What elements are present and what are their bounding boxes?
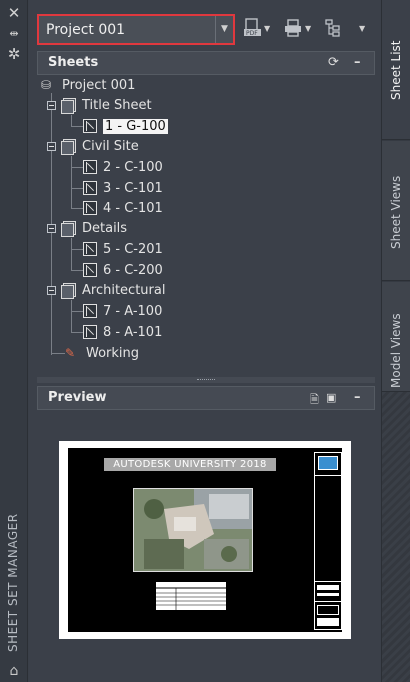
sheet-icon — [83, 119, 97, 133]
preview-panel-title: Preview — [48, 390, 107, 405]
sheet-label: 4 - C-101 — [103, 200, 163, 216]
subset-icon — [61, 98, 76, 114]
sheet-index-table — [156, 582, 226, 610]
tree-sheet-8[interactable]: 8 - A-101 — [83, 322, 162, 342]
tree-subset-civil-site[interactable]: Civil Site — [61, 136, 139, 156]
sheet-icon — [83, 242, 97, 256]
project-dropdown-value: Project 001 — [46, 22, 126, 38]
refresh-icon[interactable]: ⟳ — [328, 55, 339, 70]
sheet-label: 3 - C-101 — [103, 180, 163, 196]
subset-icon — [61, 221, 76, 237]
aerial-photo — [133, 488, 253, 572]
working-label: Working — [86, 345, 140, 361]
preview-panel-header: Preview 🗎 ▣ – — [37, 386, 375, 410]
preview-mode-icon[interactable]: 🗎 — [310, 391, 319, 410]
tree-subset-architectural[interactable]: Architectural — [61, 280, 165, 300]
collapse-panel-icon[interactable]: – — [354, 390, 361, 405]
tree-root-label: Project 001 — [62, 77, 136, 93]
collapse-toggle-icon[interactable] — [47, 101, 56, 110]
sheet-icon — [83, 263, 97, 277]
tab-label: Model Views — [389, 313, 403, 388]
tab-sheet-views[interactable]: Sheet Views — [382, 141, 410, 281]
collapse-toggle-icon[interactable] — [47, 142, 56, 151]
collapse-toggle-icon[interactable] — [47, 224, 56, 233]
sheet-set-icon: ⛁ — [41, 78, 52, 92]
sheets-tree: ⛁ Project 001 Title Sheet 1 - G-100 Civi… — [37, 75, 375, 375]
details-mode-icon[interactable]: ▣ — [326, 391, 336, 404]
sheet-label: 8 - A-101 — [103, 324, 163, 340]
tree-subset-title-sheet[interactable]: Title Sheet — [61, 95, 152, 115]
subset-label: Architectural — [82, 282, 166, 298]
chevron-down-icon[interactable]: ▼ — [215, 16, 233, 43]
working-icon: ✎ — [65, 346, 76, 360]
tree-sheet-4[interactable]: 4 - C-101 — [83, 198, 163, 218]
tree-sheet-2[interactable]: 2 - C-100 — [83, 157, 163, 177]
publish-pdf-icon[interactable]: PDF — [243, 18, 263, 40]
subset-label: Details — [82, 220, 128, 236]
subset-label: Civil Site — [82, 138, 139, 154]
properties-icon[interactable]: ✲ — [6, 46, 22, 62]
subset-label: Title Sheet — [82, 97, 152, 113]
palette-tabs: Sheet List Sheet Views Model Views — [381, 0, 410, 682]
sheet-set-tools-icon[interactable] — [323, 18, 343, 40]
panel-splitter[interactable] — [37, 377, 375, 383]
tree-sheet-7[interactable]: 7 - A-100 — [83, 301, 162, 321]
sheet-label: 5 - C-201 — [103, 241, 163, 257]
tools-caret-icon[interactable]: ▼ — [359, 24, 365, 33]
publish-caret-icon[interactable]: ▼ — [264, 24, 270, 33]
collapse-toggle-icon[interactable] — [47, 286, 56, 295]
project-dropdown[interactable]: Project 001 ▼ — [37, 14, 235, 45]
tab-sheet-list[interactable]: Sheet List — [382, 0, 410, 140]
svg-text:PDF: PDF — [246, 30, 258, 37]
subset-icon — [61, 139, 76, 155]
sheet-icon — [83, 181, 97, 195]
title-block — [314, 452, 342, 630]
sheet-set-manager-title-strip: ✕ ⇹ ✲ SHEET SET MANAGER ⌂ — [0, 0, 28, 682]
plot-icon[interactable] — [283, 18, 303, 40]
tab-model-views[interactable]: Model Views — [382, 282, 410, 392]
sheet-icon — [83, 304, 97, 318]
tree-sheet-5[interactable]: 5 - C-201 — [83, 239, 163, 259]
sheet-drawing: AUTODESK UNIVERSITY 2018 — [66, 446, 344, 634]
title-block-logo — [318, 456, 338, 470]
sheet-label: 1 - G-100 — [103, 118, 168, 134]
preview-area: AUTODESK UNIVERSITY 2018 — [37, 410, 375, 650]
sheet-icon — [83, 201, 97, 215]
sheet-drawing-title: AUTODESK UNIVERSITY 2018 — [104, 458, 276, 471]
tree-sheet-3[interactable]: 3 - C-101 — [83, 178, 163, 198]
tree-sheet-1[interactable]: 1 - G-100 — [83, 116, 168, 136]
sheet-icon — [83, 160, 97, 174]
palette-title: SHEET SET MANAGER — [6, 513, 20, 652]
sheet-icon — [83, 325, 97, 339]
sheet-preview-image: AUTODESK UNIVERSITY 2018 — [59, 441, 351, 639]
sheets-panel-title: Sheets — [48, 55, 99, 70]
sheet-label: 6 - C-200 — [103, 262, 163, 278]
sheet-label: 7 - A-100 — [103, 303, 163, 319]
toolbar: Project 001 ▼ PDF ▼ ▼ ▼ — [29, 0, 381, 48]
plot-caret-icon[interactable]: ▼ — [305, 24, 311, 33]
sheet-label: 2 - C-100 — [103, 159, 163, 175]
collapse-panel-icon[interactable]: – — [354, 55, 361, 70]
tree-sheet-6[interactable]: 6 - C-200 — [83, 260, 163, 280]
subset-icon — [61, 283, 76, 299]
tab-label: Sheet Views — [389, 175, 403, 249]
close-icon[interactable]: ✕ — [6, 5, 22, 21]
tab-label: Sheet List — [389, 40, 403, 100]
sheets-panel-header: Sheets ⟳ – — [37, 51, 375, 75]
sheet-set-manager-palette: Project 001 ▼ PDF ▼ ▼ ▼ Sheets ⟳ – ⛁ Pro… — [29, 0, 381, 682]
auto-hide-icon[interactable]: ⇹ — [6, 26, 22, 42]
tree-root-sheet-set[interactable]: ⛁ Project 001 — [41, 75, 135, 95]
tree-subset-details[interactable]: Details — [61, 218, 127, 238]
sheet-set-icon: ⌂ — [9, 663, 19, 679]
tree-working-folder[interactable]: ✎ Working — [65, 343, 139, 363]
